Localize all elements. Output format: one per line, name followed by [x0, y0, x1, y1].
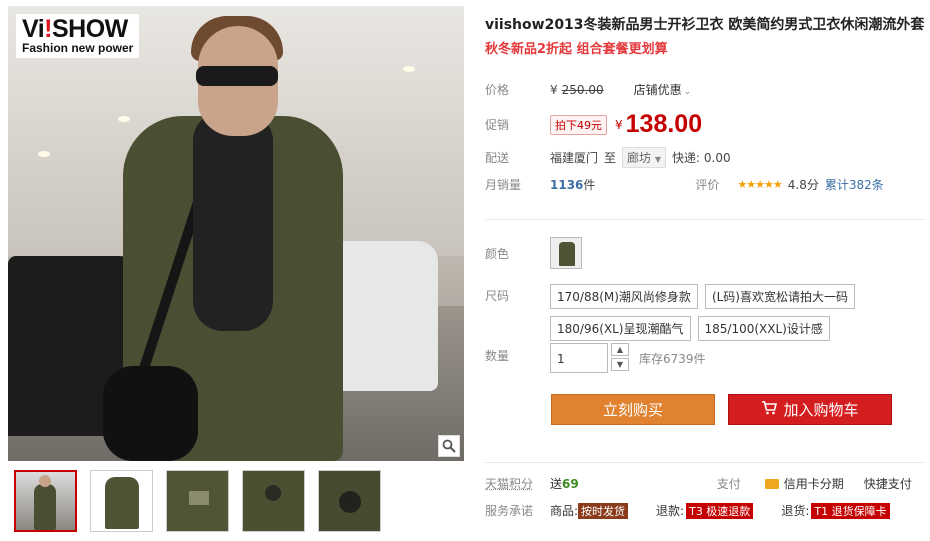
quantity-row: 数量 1 ▲ ▼ 库存6739件	[485, 343, 706, 373]
promo-price: 138.00	[625, 110, 703, 138]
credit-card-icon	[764, 478, 779, 489]
ship-to: 至	[604, 151, 617, 165]
price-label: 价格	[485, 83, 510, 97]
original-price: 250.00	[561, 82, 604, 97]
product-title-block: viishow2013冬装新品男士开衫卫衣 欧美简约男式卫衣休闲潮流外套 秋冬新…	[485, 16, 925, 57]
cart-icon	[761, 400, 778, 419]
buy-now-button[interactable]: 立刻购买	[551, 394, 715, 425]
model-bag	[103, 366, 198, 461]
rating-score: 4.8分	[787, 178, 819, 192]
size-label: 尺码	[485, 289, 510, 303]
brand-logo: Vi!SHOW Fashion new power	[16, 14, 140, 58]
color-swatch-olive[interactable]	[550, 237, 582, 269]
product-subtitle: 秋冬新品2折起 组合套餐更划算	[485, 42, 668, 57]
thumbnail-2[interactable]	[90, 470, 153, 532]
yen-symbol: ¥	[550, 82, 558, 97]
main-product-image[interactable]: Vi!SHOW Fashion new power	[8, 6, 464, 461]
points-give: 送	[550, 477, 563, 491]
yen-symbol: ¥	[615, 117, 623, 132]
quantity-input[interactable]: 1	[550, 343, 608, 373]
service-row: 服务承诺 商品: 按时发货 退款: T3 极速退款 退货: T1 退货保障卡	[485, 502, 925, 519]
destination-select[interactable]: 廊坊 ▼	[622, 147, 667, 168]
shipping-row: 配送 福建厦门 至 廊坊 ▼ 快递: 0.00	[485, 147, 731, 168]
divider	[485, 219, 925, 220]
payment-label: 支付	[716, 477, 741, 491]
price-row: 价格 ¥ 250.00 店铺优惠 ⌄	[485, 81, 691, 98]
shipping-label: 配送	[485, 151, 510, 165]
service-return-label: 退货:	[781, 504, 810, 518]
ship-origin: 福建厦门	[550, 151, 599, 165]
store-promo-link[interactable]: 店铺优惠 ⌄	[634, 81, 692, 98]
size-option-xxl[interactable]: 185/100(XXL)设计感	[697, 316, 830, 341]
color-label: 颜色	[485, 246, 510, 261]
add-to-cart-button[interactable]: 加入购物车	[728, 394, 892, 425]
service-goods-tag[interactable]: 按时发货	[578, 502, 629, 519]
size-option-xl[interactable]: 180/96(XL)呈现潮酷气	[550, 316, 691, 341]
promo-label: 促销	[485, 118, 510, 132]
quantity-decrease-button[interactable]: ▼	[611, 358, 629, 371]
credit-installment[interactable]: 信用卡分期	[784, 475, 844, 492]
thumbnail-strip	[14, 470, 381, 532]
sales-row: 月销量 1136 件 评价 ★★★★★ 4.8分 累计382条	[485, 176, 925, 193]
ceiling-light	[118, 116, 130, 122]
points-label: 天猫积分	[485, 477, 534, 491]
rating-stars-icon: ★★★★★	[737, 178, 782, 191]
size-option-m[interactable]: 170/88(M)潮风尚修身款	[550, 284, 698, 309]
chevron-down-icon: ⌄	[683, 87, 692, 97]
reviews-link[interactable]: 累计382条	[825, 176, 884, 193]
service-label: 服务承诺	[485, 504, 534, 518]
sales-count: 1136	[550, 177, 584, 192]
sales-unit: 件	[583, 178, 596, 192]
points-row: 天猫积分 送 69 支付 信用卡分期 快捷支付	[485, 475, 925, 492]
service-return-tag[interactable]: T1 退货保障卡	[811, 502, 890, 519]
quantity-label: 数量	[485, 349, 510, 363]
thumbnail-5[interactable]	[318, 470, 381, 532]
zoom-icon[interactable]	[438, 435, 460, 457]
brand-tagline: Fashion new power	[22, 41, 134, 55]
divider	[485, 462, 925, 463]
quantity-increase-button[interactable]: ▲	[611, 343, 629, 356]
color-row: 颜色	[485, 237, 582, 269]
ceiling-light	[403, 66, 415, 72]
points-value: 69	[562, 476, 579, 491]
express-fee: 快递: 0.00	[672, 151, 731, 165]
thumbnail-4[interactable]	[242, 470, 305, 532]
thumbnail-1[interactable]	[14, 470, 77, 532]
service-refund-label: 退款:	[656, 504, 685, 518]
add-to-cart-label: 加入购物车	[783, 401, 859, 419]
product-title: viishow2013冬装新品男士开衫卫衣 欧美简约男式卫衣休闲潮流外套	[485, 17, 925, 33]
quick-pay[interactable]: 快捷支付	[864, 475, 912, 492]
ceiling-light	[38, 151, 50, 157]
model-scarf	[193, 111, 273, 331]
quantity-stepper: ▲ ▼	[611, 343, 629, 371]
service-refund-tag[interactable]: T3 极速退款	[686, 502, 754, 519]
promo-tag: 拍下49元	[550, 114, 607, 135]
rating-label: 评价	[695, 178, 720, 192]
chevron-down-icon: ▼	[654, 155, 662, 164]
size-option-l[interactable]: (L码)喜欢宽松请拍大一码	[704, 284, 855, 309]
size-row: 尺码 170/88(M)潮风尚修身款 (L码)喜欢宽松请拍大一码 180/96(…	[485, 284, 855, 341]
service-goods-label: 商品:	[550, 504, 579, 518]
stock-text: 库存6739件	[639, 352, 706, 366]
sales-label: 月销量	[485, 178, 522, 192]
model-sunglasses	[196, 66, 278, 86]
thumbnail-3[interactable]	[166, 470, 229, 532]
promo-row: 促销 拍下49元 ¥ 138.00	[485, 110, 702, 139]
